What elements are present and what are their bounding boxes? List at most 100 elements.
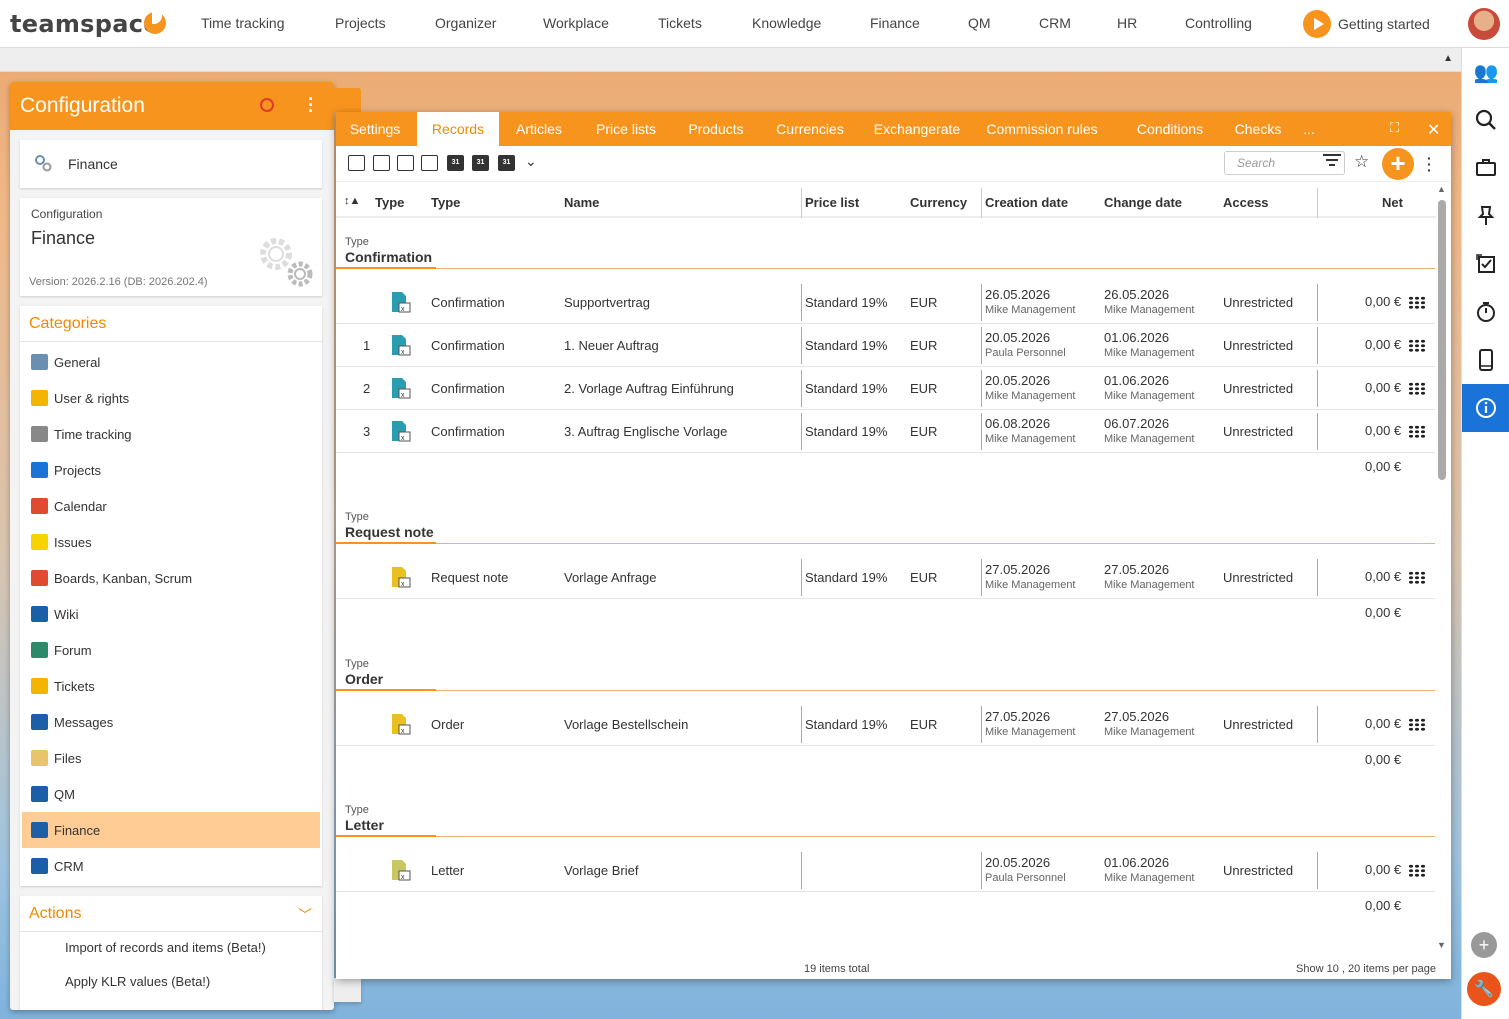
row-name[interactable]: Vorlage Brief (564, 863, 638, 878)
wrench-icon[interactable]: 🔧 (1467, 972, 1501, 1006)
grid-menu-icon[interactable] (1408, 864, 1426, 877)
grid-menu-icon[interactable] (1408, 339, 1426, 352)
items-per-page[interactable]: Show 10 , 20 items per page (1296, 963, 1436, 975)
column-creation-date[interactable]: Creation date (985, 195, 1068, 210)
sort-icon[interactable]: ↕▲ (344, 195, 360, 207)
category-finance[interactable]: Finance (22, 812, 320, 848)
category-user-rights[interactable]: User & rights (22, 380, 320, 416)
chevron-down-icon[interactable]: ﹀ (298, 905, 312, 925)
category-calendar[interactable]: Calendar (22, 488, 320, 524)
row-name[interactable]: Vorlage Anfrage (564, 570, 657, 585)
tab-articles[interactable]: Articles (503, 112, 575, 146)
action-import-records[interactable]: Import of records and items (Beta!) (65, 940, 266, 955)
nav-tickets[interactable]: Tickets (658, 15, 702, 31)
table-row[interactable]: x Confirmation Supportvertrag Standard 19% E… (336, 281, 1435, 324)
task-checkbox-icon[interactable] (1462, 240, 1509, 288)
category-crm[interactable]: CRM (22, 848, 320, 884)
contacts-icon[interactable]: 👥 (1462, 48, 1509, 96)
group-name[interactable]: Confirmation (345, 249, 432, 265)
category-tickets[interactable]: Tickets (22, 668, 320, 704)
mobile-phone-icon[interactable] (1462, 336, 1509, 384)
briefcase-icon[interactable] (1462, 144, 1509, 192)
row-name[interactable]: Supportvertrag (564, 295, 650, 310)
category-projects[interactable]: Projects (22, 452, 320, 488)
close-icon[interactable]: ✕ (1427, 120, 1440, 140)
group-name[interactable]: Order (345, 671, 383, 687)
more-options-icon[interactable]: · · · (1427, 151, 1432, 177)
chevron-down-icon[interactable]: ⌄ (525, 153, 537, 170)
category-files[interactable]: Files (22, 740, 320, 776)
category-forum[interactable]: Forum (22, 632, 320, 668)
bug-icon[interactable] (260, 98, 274, 112)
tab-commission-rules[interactable]: Commission rules (975, 112, 1109, 146)
add-record-button[interactable]: + (1382, 148, 1414, 180)
info-icon[interactable] (1462, 384, 1509, 432)
favorite-star-icon[interactable]: ☆ (1354, 152, 1369, 172)
row-name[interactable]: Vorlage Bestellschein (564, 717, 688, 732)
table-row[interactable]: x Letter Vorlage Brief 20.05.2026 Paula Pers… (336, 849, 1435, 892)
category-issues[interactable]: Issues (22, 524, 320, 560)
add-widget-icon[interactable]: + (1471, 932, 1497, 958)
grid-menu-icon[interactable] (1408, 382, 1426, 395)
collapse-up-icon[interactable]: ▲ (1443, 53, 1453, 64)
group-name[interactable]: Letter (345, 817, 384, 833)
row-name[interactable]: 2. Vorlage Auftrag Einführung (564, 381, 734, 396)
row-name[interactable]: 3. Auftrag Englische Vorlage (564, 424, 727, 439)
grid-menu-icon[interactable] (1408, 425, 1426, 438)
nav-hr[interactable]: HR (1117, 15, 1137, 31)
nav-projects[interactable]: Projects (335, 15, 386, 31)
user-avatar[interactable] (1468, 8, 1500, 40)
nav-qm[interactable]: QM (968, 15, 991, 31)
table-row[interactable]: 1 x Confirmation 1. Neuer Auftrag Standard 1… (336, 324, 1435, 367)
getting-started-button[interactable]: Getting started (1303, 10, 1430, 38)
tab--[interactable]: ... (1299, 112, 1319, 146)
filter-icon[interactable] (1323, 153, 1341, 172)
category-general[interactable]: General (22, 344, 320, 380)
tab-price-lists[interactable]: Price lists (579, 112, 673, 146)
tile-view-icon[interactable] (397, 155, 414, 171)
tab-records[interactable]: Records (417, 112, 499, 146)
table-row[interactable]: 2 x Confirmation 2. Vorlage Auftrag Einführ… (336, 367, 1435, 410)
tab-checks[interactable]: Checks (1219, 112, 1297, 146)
scroll-up-icon[interactable]: ▲ (1437, 184, 1446, 194)
actions-title[interactable]: Actions ﹀ (20, 896, 322, 932)
list-view-icon[interactable] (348, 155, 365, 171)
grid-menu-icon[interactable] (1408, 718, 1426, 731)
column-name[interactable]: Name (564, 195, 599, 210)
search-icon[interactable] (1462, 96, 1509, 144)
maximize-icon[interactable]: ⛶ (1390, 120, 1399, 136)
column-change-date[interactable]: Change date (1104, 195, 1182, 210)
nav-finance[interactable]: Finance (870, 15, 920, 31)
nav-knowledge[interactable]: Knowledge (752, 15, 821, 31)
module-selector[interactable]: Finance (20, 140, 322, 188)
tab-conditions[interactable]: Conditions (1121, 112, 1219, 146)
column-price-list[interactable]: Price list (805, 195, 859, 210)
calendar-day-icon[interactable]: 31 (447, 155, 464, 171)
category-qm[interactable]: QM (22, 776, 320, 812)
scrollbar-thumb[interactable] (1438, 200, 1446, 480)
more-options-icon[interactable]: · · · (308, 90, 314, 120)
group-name[interactable]: Request note (345, 524, 434, 540)
tab-settings[interactable]: Settings (336, 112, 414, 146)
grid-menu-icon[interactable] (1408, 571, 1426, 584)
scroll-down-icon[interactable]: ▼ (1437, 940, 1446, 950)
column-type[interactable]: Type (431, 195, 460, 210)
tab-products[interactable]: Products (677, 112, 755, 146)
pin-icon[interactable] (1462, 192, 1509, 240)
category-time-tracking[interactable]: Time tracking (22, 416, 320, 452)
nav-time-tracking[interactable]: Time tracking (201, 15, 285, 31)
category-boards-kanban-scrum[interactable]: Boards, Kanban, Scrum (22, 560, 320, 596)
nav-crm[interactable]: CRM (1039, 15, 1071, 31)
nav-organizer[interactable]: Organizer (435, 15, 496, 31)
chart-view-icon[interactable] (421, 155, 438, 171)
category-wiki[interactable]: Wiki (22, 596, 320, 632)
calendar-week-icon[interactable]: 31 (472, 155, 489, 171)
column-access[interactable]: Access (1223, 195, 1269, 210)
action-apply-klr[interactable]: Apply KLR values (Beta!) (65, 974, 210, 989)
teamspace-logo[interactable]: teamspace (10, 10, 166, 38)
table-row[interactable]: 3 x Confirmation 3. Auftrag Englische Vorla… (336, 410, 1435, 453)
calendar-month-icon[interactable]: 31 (498, 155, 515, 171)
column-net[interactable]: Net (1382, 195, 1403, 210)
search-view-icon[interactable] (373, 155, 390, 171)
stopwatch-icon[interactable] (1462, 288, 1509, 336)
